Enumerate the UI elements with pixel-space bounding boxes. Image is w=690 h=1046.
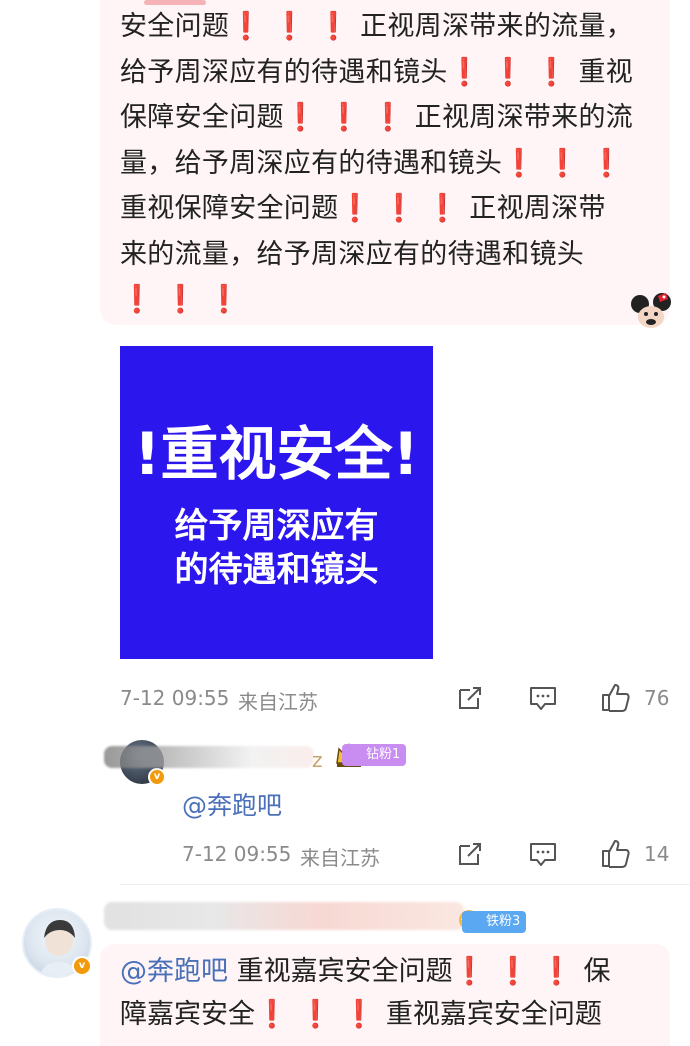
reply-mention[interactable]: @奔跑吧 [182, 786, 282, 822]
comment-text-bottom: @奔跑吧 重视嘉宾安全问题❗❗❗保 障嘉宾安全❗❗❗重视嘉宾安全问题 [120, 950, 640, 1036]
comment-line: 量，给予周深应有的待遇和镜头❗❗❗ [120, 141, 640, 187]
mention-link[interactable]: @奔跑吧 [120, 956, 228, 987]
like-icon[interactable] [600, 838, 632, 868]
image-subtext-line1: 给予周深应有 [174, 506, 379, 546]
share-icon[interactable] [456, 840, 484, 868]
comment-line: 保障安全问题❗❗❗正视周深带来的流 [120, 95, 640, 141]
comment-text-segment: 重视 [578, 56, 634, 88]
verified-badge-icon: v [148, 768, 166, 786]
verified-badge-icon: v [72, 956, 92, 976]
reply-source: 来自江苏 [300, 846, 380, 870]
username-fragment[interactable]: z [312, 748, 323, 772]
comment-line: 给予周深应有的待遇和镜头❗❗❗重视 [120, 50, 640, 96]
comment-line: 来的流量，给予周深应有的待遇和镜头 [120, 232, 640, 278]
comment-time: 7-12 09:55 [120, 686, 230, 710]
reply-time: 7-12 09:55 [182, 842, 292, 866]
comment-text-segment: 安全问题 [120, 11, 230, 42]
comment-text-segment: 重视保障安全问题 [120, 193, 339, 224]
comment-text-segment: 量，给予周深应有的待遇和镜头 [120, 147, 503, 179]
comment-text-segment: 来的流量，给予周深应有的待遇和镜头 [120, 238, 585, 270]
exclamation-marks: ❗❗❗ [502, 147, 634, 179]
comment-text-segment: 重视嘉宾安全问题 [385, 999, 602, 1030]
comment-line: 重视保障安全问题❗❗❗正视周深带 [120, 186, 640, 232]
username-blurred[interactable] [104, 902, 464, 930]
exclamation-marks: ❗❗❗ [229, 11, 361, 42]
exclamation-marks: ❗❗❗ [447, 56, 579, 88]
cartoon-mouse-sticker [631, 293, 671, 328]
image-headline: !重视安全! [134, 420, 419, 488]
exclamation-marks: ❗❗❗ [255, 999, 386, 1030]
image-subtext-line2: 的待遇和镜头 [174, 550, 379, 590]
comment-text-top: 安全问题❗❗❗正视周深带来的流量， 给予周深应有的待遇和镜头❗❗❗重视 保障安全问题… [120, 4, 640, 323]
comment-text-segment: 正视周深带来的流量， [360, 11, 634, 42]
comment-line: ❗❗❗ [120, 277, 640, 323]
username-blurred[interactable] [104, 746, 314, 768]
comment-text-segment: 障嘉宾安全 [120, 999, 255, 1030]
comment-text-segment: 正视周深带 [469, 193, 606, 224]
comment-text-segment: 给予周深应有的待遇和镜头 [120, 56, 448, 88]
comment-text-segment: 正视周深带来的流 [414, 102, 634, 133]
like-count: 76 [644, 686, 670, 710]
comment-text-segment: 保障安全问题 [120, 102, 284, 133]
exclamation-marks: ❗❗❗ [120, 284, 251, 315]
exclamation-marks: ❗❗❗ [283, 102, 415, 133]
like-count: 14 [644, 842, 670, 866]
divider [120, 884, 690, 885]
exclamation-marks: ❗❗❗ [338, 193, 470, 224]
comment-line: 安全问题❗❗❗正视周深带来的流量， [120, 4, 640, 50]
comment-source: 来自江苏 [238, 690, 318, 714]
comment-icon[interactable] [528, 840, 558, 868]
comment-image[interactable]: !重视安全! 给予周深应有 的待遇和镜头 [120, 346, 433, 659]
comment-line: 障嘉宾安全❗❗❗重视嘉宾安全问题 [120, 993, 640, 1036]
like-icon[interactable] [600, 682, 632, 712]
image-subtext: 给予周深应有 的待遇和镜头 [120, 504, 433, 592]
comment-text-segment: 重视嘉宾安全问题 [228, 956, 453, 987]
exclamation-marks: ❗❗❗ [452, 956, 584, 987]
fan-badge-diamond: 钻粉1 [342, 744, 407, 766]
comment-line: @奔跑吧 重视嘉宾安全问题❗❗❗保 [120, 950, 640, 993]
share-icon[interactable] [456, 684, 484, 712]
comment-icon[interactable] [528, 684, 558, 712]
fan-badge-iron: 铁粉3 [462, 911, 527, 933]
comment-text-segment: 保 [583, 956, 611, 987]
